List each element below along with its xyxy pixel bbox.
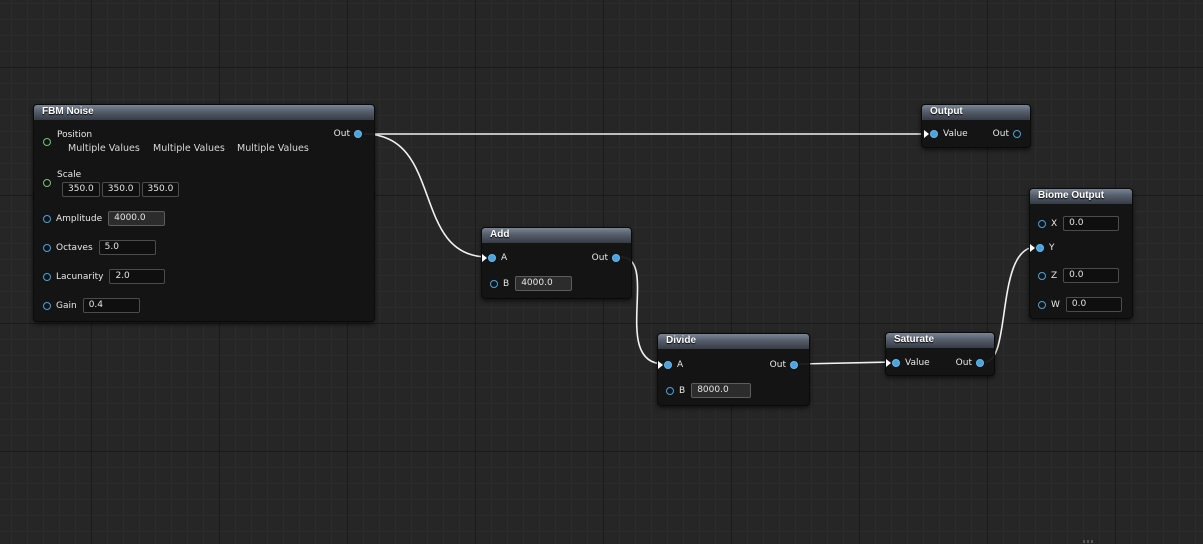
lacunarity-label: Lacunarity bbox=[56, 271, 104, 282]
amplitude-label: Amplitude bbox=[56, 213, 103, 224]
out-label: Out bbox=[992, 129, 1009, 139]
output-node[interactable]: Output Value Out bbox=[921, 104, 1031, 148]
w-label: W bbox=[1051, 299, 1060, 310]
input-arrow-icon bbox=[658, 361, 663, 369]
b-label: B bbox=[679, 385, 686, 396]
z-label: Z bbox=[1051, 270, 1058, 281]
position-x-value[interactable]: Multiple Values bbox=[68, 143, 140, 154]
divide-a-pin[interactable]: A bbox=[658, 360, 683, 370]
biome-y-pin[interactable]: Y bbox=[1030, 243, 1055, 253]
biome-x-field[interactable]: 0.0 bbox=[1063, 216, 1120, 231]
saturate-node[interactable]: Saturate Value Out bbox=[885, 332, 995, 376]
value-label: Value bbox=[943, 129, 968, 139]
float-pin-icon[interactable] bbox=[43, 214, 51, 223]
gain-label: Gain bbox=[56, 300, 77, 311]
out-label: Out bbox=[333, 129, 350, 139]
x-label: X bbox=[1051, 218, 1058, 229]
divide-b-pin[interactable]: B 8000.0 bbox=[666, 383, 752, 398]
float-pin-icon[interactable] bbox=[790, 361, 798, 369]
node-title: FBM Noise bbox=[34, 105, 374, 120]
input-arrow-icon bbox=[924, 130, 929, 138]
lacunarity-pin[interactable]: Lacunarity 2.0 bbox=[43, 269, 166, 284]
scale-pin[interactable] bbox=[43, 179, 56, 187]
saturate-out-pin[interactable]: Out bbox=[956, 358, 984, 368]
position-pin[interactable] bbox=[43, 138, 56, 146]
node-title: Saturate bbox=[886, 333, 994, 348]
float-pin-icon[interactable] bbox=[1038, 271, 1046, 280]
add-b-field[interactable]: 4000.0 bbox=[515, 276, 573, 291]
float-pin-icon[interactable] bbox=[43, 301, 51, 310]
lacunarity-field[interactable]: 2.0 bbox=[109, 269, 166, 284]
float-pin-icon[interactable] bbox=[1013, 130, 1021, 138]
b-label: B bbox=[503, 278, 510, 289]
vector-pin-icon[interactable] bbox=[43, 179, 51, 187]
add-b-pin[interactable]: B 4000.0 bbox=[490, 276, 573, 291]
gain-field[interactable]: 0.4 bbox=[82, 298, 140, 313]
float-pin-icon[interactable] bbox=[1036, 244, 1044, 252]
vector-pin-icon[interactable] bbox=[43, 138, 51, 146]
divide-out-pin[interactable]: Out bbox=[770, 360, 798, 370]
y-label: Y bbox=[1049, 243, 1055, 253]
gain-pin[interactable]: Gain 0.4 bbox=[43, 298, 140, 313]
biome-x-pin[interactable]: X 0.0 bbox=[1038, 216, 1120, 231]
out-label: Out bbox=[769, 360, 786, 370]
divide-b-field[interactable]: 8000.0 bbox=[691, 383, 752, 398]
float-pin-icon[interactable] bbox=[930, 130, 938, 138]
out-label: Out bbox=[955, 358, 972, 368]
float-pin-icon[interactable] bbox=[892, 359, 900, 367]
add-a-pin[interactable]: A bbox=[482, 253, 507, 263]
position-z-value[interactable]: Multiple Values bbox=[237, 143, 309, 154]
fbm-out-pin[interactable]: Out bbox=[334, 129, 362, 139]
float-pin-icon[interactable] bbox=[1038, 300, 1046, 309]
amplitude-field[interactable]: 4000.0 bbox=[108, 211, 166, 226]
biome-w-pin[interactable]: W 0.0 bbox=[1038, 297, 1122, 312]
float-pin-icon[interactable] bbox=[490, 279, 498, 288]
saturate-value-pin[interactable]: Value bbox=[886, 358, 930, 368]
output-value-pin[interactable]: Value bbox=[924, 129, 968, 139]
scale-label: Scale bbox=[57, 170, 82, 180]
octaves-label: Octaves bbox=[56, 242, 93, 253]
node-title: Biome Output bbox=[1030, 189, 1132, 204]
biome-z-field[interactable]: 0.0 bbox=[1063, 268, 1120, 283]
octaves-pin[interactable]: Octaves 5.0 bbox=[43, 240, 156, 255]
biome-w-field[interactable]: 0.0 bbox=[1065, 297, 1122, 312]
amplitude-pin[interactable]: Amplitude 4000.0 bbox=[43, 211, 166, 226]
out-label: Out bbox=[591, 253, 608, 263]
float-pin-icon[interactable] bbox=[43, 243, 51, 252]
octaves-field[interactable]: 5.0 bbox=[98, 240, 156, 255]
float-pin-icon[interactable] bbox=[43, 272, 51, 281]
out-pin-icon[interactable] bbox=[354, 130, 362, 138]
biome-z-pin[interactable]: Z 0.0 bbox=[1038, 268, 1120, 283]
node-title: Divide bbox=[658, 334, 809, 349]
input-arrow-icon bbox=[482, 254, 487, 262]
float-pin-icon[interactable] bbox=[664, 361, 672, 369]
scale-fields: 350.0 350.0 350.0 bbox=[62, 182, 181, 197]
float-pin-icon[interactable] bbox=[666, 386, 674, 395]
float-pin-icon[interactable] bbox=[612, 254, 620, 262]
a-label: A bbox=[501, 253, 508, 263]
a-label: A bbox=[677, 360, 684, 370]
position-label: Position bbox=[57, 130, 93, 140]
value-label: Value bbox=[905, 358, 930, 368]
float-pin-icon[interactable] bbox=[976, 359, 984, 367]
position-y-value[interactable]: Multiple Values bbox=[153, 143, 225, 154]
canvas-edge-marker bbox=[1083, 540, 1093, 543]
input-arrow-icon bbox=[886, 359, 891, 367]
add-out-pin[interactable]: Out bbox=[592, 253, 620, 263]
float-pin-icon[interactable] bbox=[1038, 219, 1046, 228]
add-node[interactable]: Add A Out B 4000.0 bbox=[481, 227, 632, 299]
scale-z-field[interactable]: 350.0 bbox=[141, 182, 180, 197]
output-out-pin[interactable]: Out bbox=[993, 129, 1021, 139]
node-title: Output bbox=[922, 105, 1030, 120]
node-title: Add bbox=[482, 228, 631, 243]
input-arrow-icon bbox=[1030, 244, 1035, 252]
scale-x-field[interactable]: 350.0 bbox=[62, 182, 100, 197]
divide-node[interactable]: Divide A Out B 8000.0 bbox=[657, 333, 810, 406]
fbm-noise-node[interactable]: FBM Noise Out Position Multiple Values M… bbox=[33, 104, 375, 322]
scale-y-field[interactable]: 350.0 bbox=[101, 182, 140, 197]
biome-output-node[interactable]: Biome Output X 0.0 Y Z 0.0 W 0.0 bbox=[1029, 188, 1133, 319]
float-pin-icon[interactable] bbox=[488, 254, 496, 262]
